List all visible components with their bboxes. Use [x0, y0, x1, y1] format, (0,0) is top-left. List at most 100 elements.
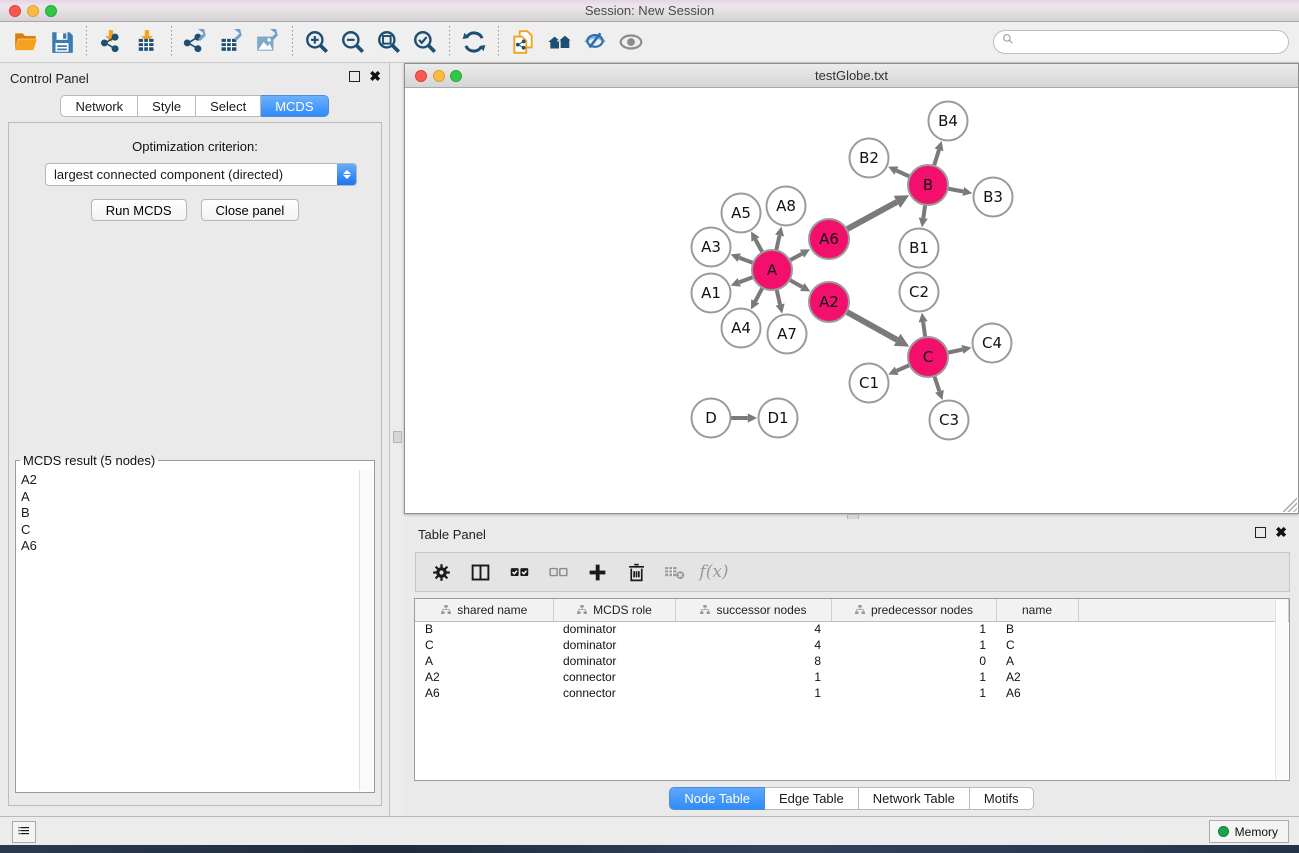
result-list-item[interactable]: A2 — [21, 472, 359, 489]
search-box[interactable] — [993, 30, 1289, 54]
task-history-button[interactable] — [12, 821, 36, 843]
result-scrollbar[interactable] — [359, 470, 373, 791]
clone-network-icon — [510, 29, 536, 55]
column-header-name[interactable]: name — [996, 599, 1078, 621]
zoom-out-button[interactable] — [335, 25, 371, 59]
zoom-in-icon — [304, 29, 330, 55]
criterion-dropdown-value: largest connected component (directed) — [46, 167, 337, 182]
delete-table-icon — [665, 562, 686, 583]
close-panel-button[interactable]: Close panel — [201, 199, 300, 221]
graph-node-C[interactable]: C — [908, 337, 948, 377]
show-eye-icon — [618, 29, 644, 55]
graph-node-A4[interactable]: A4 — [722, 309, 761, 348]
graph-node-D1[interactable]: D1 — [759, 399, 798, 438]
graph-node-A6[interactable]: A6 — [809, 219, 849, 259]
tab-network-table[interactable]: Network Table — [859, 787, 970, 810]
table-float-panel-icon[interactable] — [1255, 527, 1266, 538]
column-header-MCDS-role[interactable]: MCDS role — [553, 599, 675, 621]
close-panel-icon[interactable]: ✖ — [369, 71, 381, 82]
network-window-titlebar[interactable]: testGlobe.txt — [405, 64, 1298, 88]
table-row[interactable]: A2connector11A2 — [415, 669, 1289, 685]
zoom-selected-button[interactable] — [407, 25, 443, 59]
graph-node-A7[interactable]: A7 — [768, 315, 807, 354]
gear-button[interactable] — [426, 557, 456, 587]
toolbar-separator — [171, 26, 172, 58]
save-session-button[interactable] — [44, 25, 80, 59]
search-input[interactable] — [1015, 35, 1288, 49]
graph-node-A3[interactable]: A3 — [692, 228, 731, 267]
column-header-filler — [1078, 599, 1289, 621]
deselect-all-button[interactable] — [543, 557, 573, 587]
result-list-item[interactable]: A6 — [21, 538, 359, 555]
open-file-button[interactable] — [8, 25, 44, 59]
column-header-successor-nodes[interactable]: successor nodes — [675, 599, 831, 621]
mcds-result-list[interactable]: A2ABCA6 — [17, 470, 359, 791]
zoom-in-button[interactable] — [299, 25, 335, 59]
table-close-panel-icon[interactable]: ✖ — [1275, 527, 1287, 538]
column-view-button[interactable] — [465, 557, 495, 587]
tab-network[interactable]: Network — [60, 95, 138, 117]
graph-node-A1[interactable]: A1 — [692, 274, 731, 313]
run-mcds-button[interactable]: Run MCDS — [91, 199, 187, 221]
home-button[interactable] — [541, 25, 577, 59]
import-table-button[interactable] — [129, 25, 165, 59]
column-header-shared-name[interactable]: shared name — [415, 599, 553, 621]
graph-node-B4[interactable]: B4 — [929, 102, 968, 141]
result-list-item[interactable]: C — [21, 522, 359, 539]
refresh-layout-button[interactable] — [456, 25, 492, 59]
table-row[interactable]: Bdominator41B — [415, 621, 1289, 637]
graph-node-C1[interactable]: C1 — [850, 364, 889, 403]
table-row[interactable]: Cdominator41C — [415, 637, 1289, 653]
export-network-button[interactable] — [178, 25, 214, 59]
graph-node-C3[interactable]: C3 — [930, 401, 969, 440]
column-view-icon — [470, 562, 491, 583]
tab-mcds[interactable]: MCDS — [261, 95, 328, 117]
delete-column-button[interactable] — [621, 557, 651, 587]
export-image-button[interactable] — [250, 25, 286, 59]
graph-node-B1[interactable]: B1 — [900, 229, 939, 268]
node-table[interactable]: shared name MCDS role successor nodes pr… — [414, 598, 1290, 781]
window-resize-grip[interactable] — [1283, 498, 1297, 512]
memory-button[interactable]: Memory — [1209, 820, 1289, 843]
graph-node-A2[interactable]: A2 — [809, 282, 849, 322]
criterion-dropdown[interactable]: largest connected component (directed) — [45, 163, 357, 186]
add-column-button[interactable] — [582, 557, 612, 587]
graph-node-B2[interactable]: B2 — [850, 139, 889, 178]
show-eye-button[interactable] — [613, 25, 649, 59]
export-table-button[interactable] — [214, 25, 250, 59]
table-row[interactable]: A6connector11A6 — [415, 685, 1289, 701]
svg-text:C: C — [923, 348, 933, 366]
tab-node-table[interactable]: Node Table — [669, 787, 765, 810]
result-list-item[interactable]: B — [21, 505, 359, 522]
hide-panel-button[interactable] — [577, 25, 613, 59]
graph-node-C4[interactable]: C4 — [973, 324, 1012, 363]
graph-node-A5[interactable]: A5 — [722, 194, 761, 233]
dropdown-stepper-icon — [337, 164, 356, 185]
graph-node-A[interactable]: A — [752, 250, 792, 290]
result-list-item[interactable]: A — [21, 489, 359, 506]
import-network-button[interactable] — [93, 25, 129, 59]
graph-node-D[interactable]: D — [692, 399, 731, 438]
svg-text:D1: D1 — [767, 409, 788, 427]
export-image-icon — [255, 29, 281, 55]
graph-node-A8[interactable]: A8 — [767, 187, 806, 226]
graph-node-B[interactable]: B — [908, 165, 948, 205]
tab-select[interactable]: Select — [196, 95, 261, 117]
column-header-predecessor-nodes[interactable]: predecessor nodes — [831, 599, 996, 621]
tab-edge-table[interactable]: Edge Table — [765, 787, 859, 810]
zoom-fit-button[interactable] — [371, 25, 407, 59]
network-canvas[interactable]: B4 B2 B B3 A8A5 A6 A3 B1 A A1 C2 A2 A4A7 C4 C C1 C3 D D1 — [405, 89, 1298, 513]
graph-node-B3[interactable]: B3 — [974, 178, 1013, 217]
table-panel-title: Table Panel — [418, 527, 486, 542]
float-panel-icon[interactable] — [349, 71, 360, 82]
select-all-button[interactable] — [504, 557, 534, 587]
table-scrollbar[interactable] — [1275, 600, 1288, 779]
vertical-split-handle[interactable] — [393, 431, 402, 443]
clone-network-button[interactable] — [505, 25, 541, 59]
tab-style[interactable]: Style — [138, 95, 196, 117]
svg-text:A2: A2 — [819, 293, 839, 311]
toolbar-separator — [292, 26, 293, 58]
table-row[interactable]: Adominator80A — [415, 653, 1289, 669]
tab-motifs[interactable]: Motifs — [970, 787, 1034, 810]
graph-node-C2[interactable]: C2 — [900, 273, 939, 312]
